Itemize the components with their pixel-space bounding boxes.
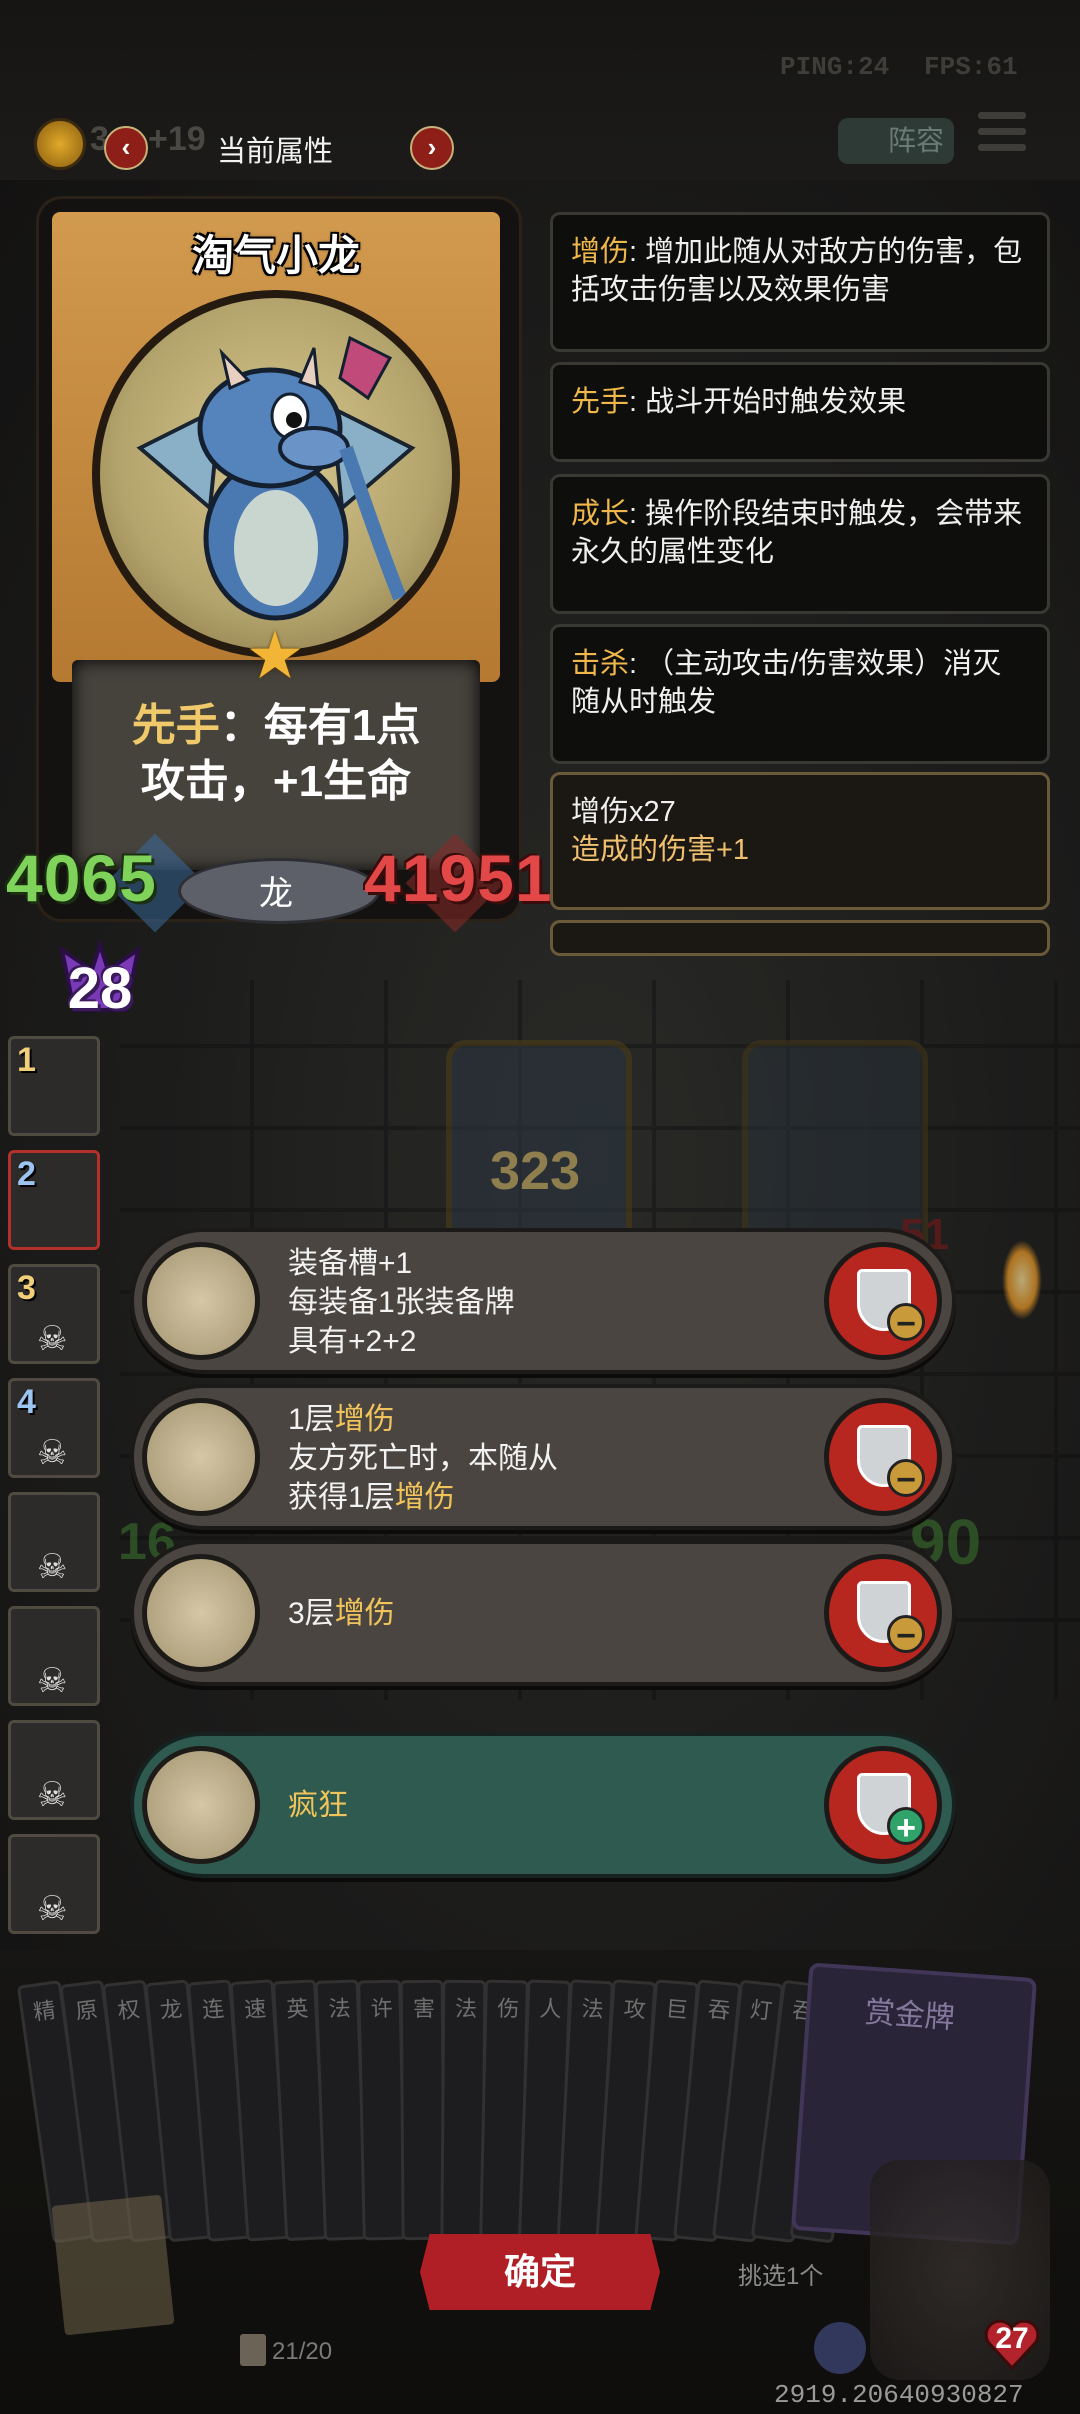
equipment-line: 装备槽+1 — [288, 1247, 413, 1280]
keyword-name: 成长 — [571, 498, 630, 530]
unit-name: 淘气小龙 — [191, 232, 360, 279]
confirm-button[interactable]: 确定 — [420, 2234, 660, 2310]
buff-box: 增伤x27 造成的伤害+1 — [550, 772, 1050, 910]
team-slot[interactable]: ☠ — [8, 1492, 100, 1592]
keyword-text: : （主动攻击/伤害效果）消灭随从时触发 — [571, 648, 1002, 718]
team-slot[interactable]: ☠ — [8, 1834, 100, 1934]
keyword-name: 增伤 — [571, 236, 630, 268]
player-health: 27 — [995, 2322, 1029, 2355]
ability-text-line1: ：每有1点 — [219, 701, 421, 750]
lineup-button[interactable]: 阵容 — [838, 118, 954, 164]
unit-ability-text: 先手：每有1点 攻击，+1生命 — [80, 698, 472, 810]
minus-icon: − — [887, 1615, 925, 1654]
equipment-keyword: 增伤 — [394, 1481, 455, 1514]
ping-readout: PING:24 — [780, 52, 890, 82]
equipment-label: 疯狂 — [288, 1789, 348, 1822]
keyword-box: 增伤: 增加此随从对敌方的伤害，包括攻击伤害以及效果伤害 — [550, 212, 1050, 352]
skull-icon: ☠ — [37, 1320, 68, 1358]
equipment-row: 1层增伤 友方死亡时，本随从 获得1层增伤 − — [130, 1384, 956, 1530]
unit-health: 41951 — [364, 841, 553, 915]
slingshot-icon — [142, 1398, 260, 1516]
equipment-line: 具有+2+2 — [288, 1325, 417, 1358]
buff-subtitle: 造成的伤害+1 — [571, 834, 750, 866]
unit-attack: 4065 — [6, 841, 157, 915]
keyword-box: 成长: 操作阶段结束时触发，会带来永久的属性变化 — [550, 474, 1050, 614]
deck-count: 21/20 — [272, 2338, 333, 2365]
equipment-text: 装备槽+1 每装备1张装备牌 具有+2+2 — [288, 1244, 515, 1361]
equipment-line: 获得1层 — [288, 1481, 395, 1514]
slot-number: 2 — [17, 1155, 36, 1193]
skull-icon: ☠ — [37, 1434, 68, 1472]
pick-hint: 挑选1个 — [738, 2263, 824, 2290]
keyword-text: : 操作阶段结束时触发，会带来永久的属性变化 — [571, 498, 1023, 568]
equipment-line: 友方死亡时，本随从 — [288, 1442, 558, 1475]
team-slot[interactable]: ☠ — [8, 1606, 100, 1706]
equipment-text: 1层增伤 友方死亡时，本随从 获得1层增伤 — [288, 1400, 558, 1517]
minus-icon: − — [887, 1459, 925, 1498]
skull-icon: ☠ — [37, 1548, 68, 1586]
deck-icon — [240, 2334, 266, 2366]
plus-icon: + — [887, 1807, 925, 1846]
dragon-icon — [136, 335, 416, 621]
claw-gear-icon — [142, 1242, 260, 1360]
dragon-portrait — [92, 290, 460, 658]
skull-icon: ☠ — [37, 1776, 68, 1814]
ability-keyword: 先手 — [131, 701, 220, 750]
equipment-row: 装备槽+1 每装备1张装备牌 具有+2+2 − — [130, 1228, 956, 1374]
skull-icon: ☠ — [37, 1890, 68, 1928]
equipment-keyword: 增伤 — [334, 1403, 395, 1436]
ability-text-line2: 攻击，+1生命 — [140, 757, 412, 806]
version-readout: 2919.20640930827 — [774, 2380, 1024, 2410]
skull-icon: ☠ — [37, 1662, 68, 1700]
menu-icon[interactable] — [978, 112, 1026, 164]
page-title: 当前属性 — [216, 136, 333, 168]
team-slot[interactable]: ☠ — [8, 1720, 100, 1820]
minus-icon: − — [887, 1303, 925, 1342]
equipment-line: 3层 — [288, 1597, 335, 1630]
gold-coin-icon — [34, 118, 86, 170]
slot-number: 1 — [17, 1041, 36, 1079]
remove-equipment-button[interactable]: − — [824, 1242, 942, 1360]
equipment-line: 每装备1张装备牌 — [288, 1286, 515, 1319]
keyword-text: : 战斗开始时触发效果 — [629, 386, 907, 418]
equipment-line: 1层 — [288, 1403, 335, 1436]
team-slot-selected[interactable]: 2 — [8, 1150, 100, 1250]
keyword-box: 先手: 战斗开始时触发效果 — [550, 362, 1050, 462]
equipment-row: 3层增伤 − — [130, 1540, 956, 1686]
buff-box-partial — [550, 920, 1050, 956]
fps-readout: FPS:61 — [924, 52, 1018, 82]
keyword-name: 击杀 — [571, 648, 630, 680]
keyword-box: 击杀: （主动攻击/伤害效果）消灭随从时触发 — [550, 624, 1050, 764]
add-equipment-button[interactable]: + — [824, 1746, 942, 1864]
team-slot[interactable]: 4 ☠ — [8, 1378, 100, 1478]
remove-equipment-button[interactable]: − — [824, 1398, 942, 1516]
equipment-keyword: 增伤 — [334, 1597, 395, 1630]
remove-equipment-button[interactable]: − — [824, 1554, 942, 1672]
slot-number: 3 — [17, 1269, 36, 1307]
team-slot[interactable]: 1 — [8, 1036, 100, 1136]
slot-number: 4 — [17, 1383, 36, 1421]
keyword-text: : 增加此随从对敌方的伤害，包括攻击伤害以及效果伤害 — [571, 236, 1023, 306]
horn-icon — [142, 1746, 260, 1864]
star-icon: ★ — [245, 618, 305, 692]
equipment-text: 3层增伤 — [288, 1594, 395, 1633]
buff-title: 增伤x27 — [571, 796, 676, 828]
keyword-name: 先手 — [571, 386, 630, 418]
equipment-row-add: 疯狂 + — [130, 1732, 956, 1878]
unit-tribe: 龙 — [259, 875, 293, 913]
armor-icon — [814, 2322, 866, 2374]
chevron-left-icon[interactable]: ‹ — [104, 126, 148, 170]
team-slot[interactable]: 3 ☠ — [8, 1264, 100, 1364]
unit-level: 28 — [67, 956, 133, 1021]
chevron-right-icon[interactable]: › — [410, 126, 454, 170]
red-claws-icon — [142, 1554, 260, 1672]
